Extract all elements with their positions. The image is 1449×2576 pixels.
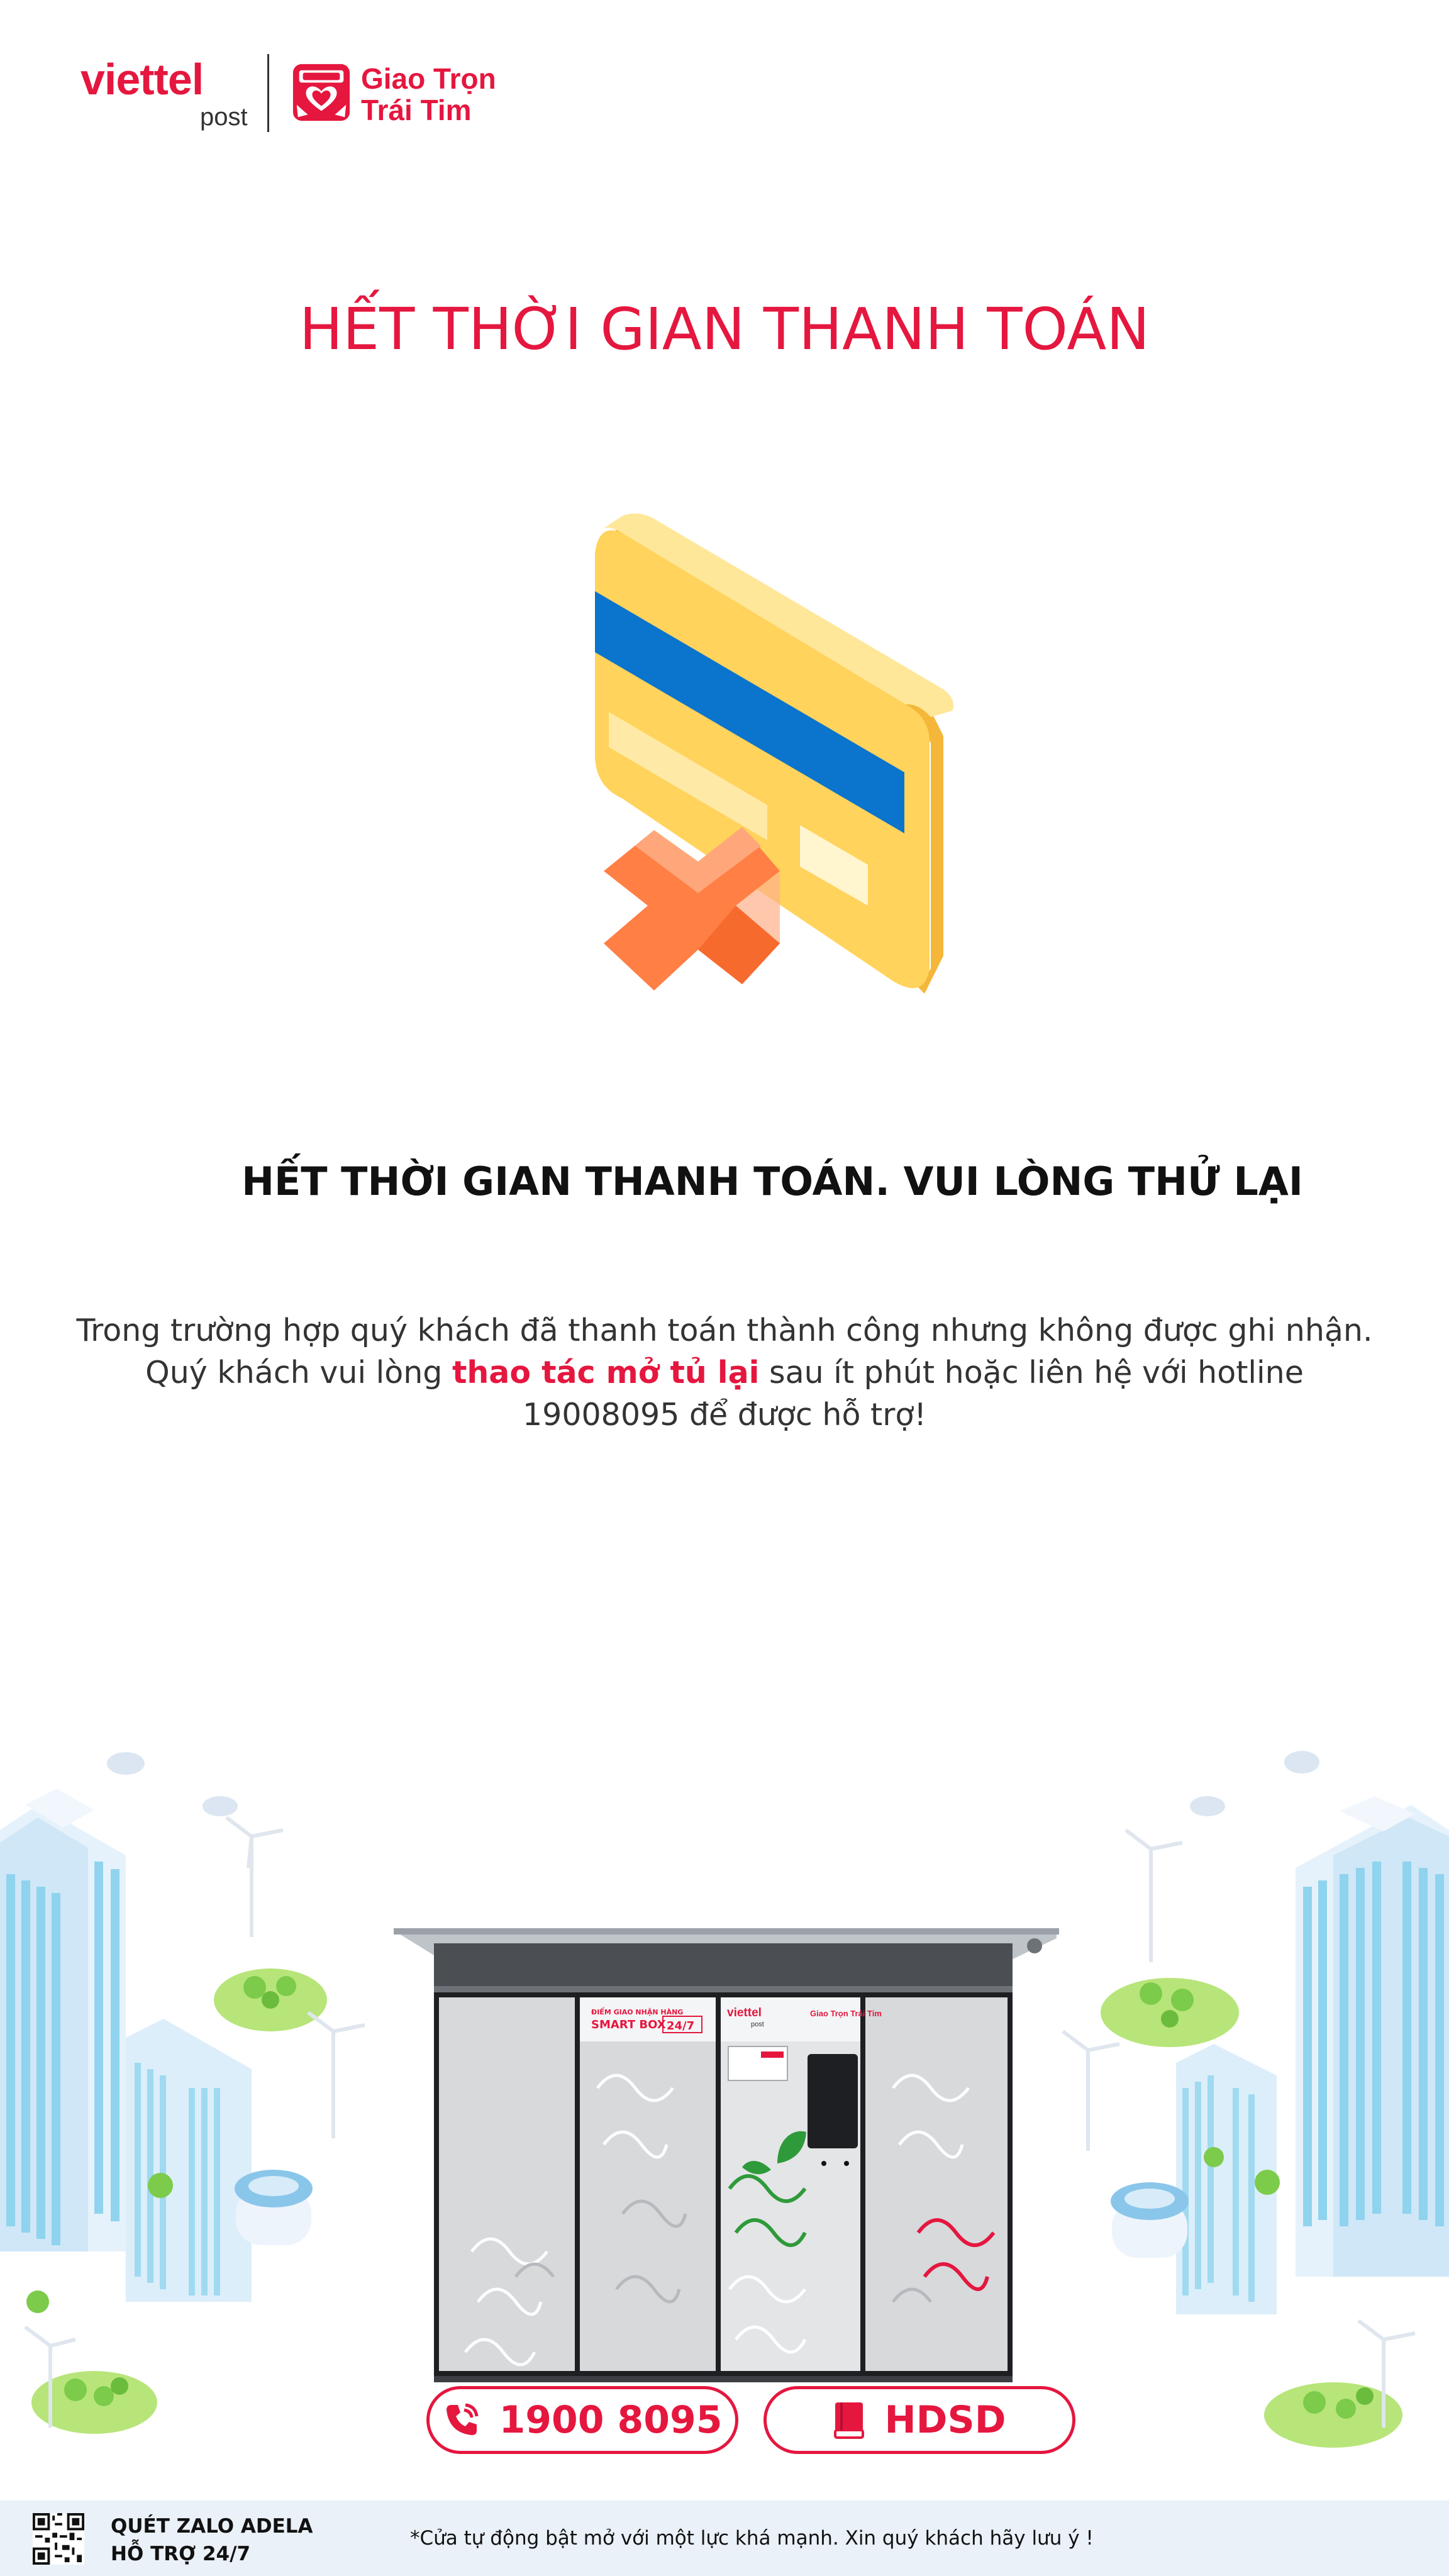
manual-button[interactable]: HDSD [763, 2386, 1075, 2454]
message-line1: Trong trường hợp quý khách đã thanh toán… [76, 1313, 1373, 1348]
hotline-label: 1900 8095 [499, 2398, 723, 2442]
locker-screen [808, 2054, 858, 2148]
error-subtitle: HẾT THỜI GIAN THANH TOÁN. VUI LÒNG THỬ L… [242, 1158, 1303, 1204]
locker-tagline: Giao Trọn Trái Tim [810, 2009, 882, 2018]
tagline-line1: Giao Trọn [361, 62, 496, 95]
right-city [1062, 1796, 1449, 2448]
viettel-post-logo: viettel post Giao Trọn Trái Tim [80, 54, 508, 136]
zalo-line1: QUÉT ZALO ADELA [111, 2515, 313, 2538]
message-line3: 19008095 để được hỗ trợ! [522, 1397, 927, 1433]
locker-city-illustration: ĐIỂM GIAO NHẬN HÀNG SMART BOX 24/7 viett… [0, 1751, 1449, 2448]
smart-locker: ĐIỂM GIAO NHẬN HÀNG SMART BOX 24/7 viett… [394, 1928, 1059, 2382]
message-line2-after: sau ít phút hoặc liên hệ với hotline [759, 1355, 1304, 1391]
brand-sub: post [200, 103, 248, 131]
zalo-support-label: QUÉT ZALO ADELA HỖ TRỢ 24/7 [111, 2512, 313, 2568]
manual-label: HDSD [884, 2398, 1006, 2442]
left-city [0, 1789, 365, 2434]
locker-panel-label-line1: ĐIỂM GIAO NHẬN HÀNG [591, 2007, 683, 2016]
cloud-icon [107, 1751, 1319, 1816]
door-warning-note: *Cửa tự động bật mở với một lực khá mạnh… [410, 2527, 1094, 2550]
payment-failed-card-icon [595, 513, 953, 994]
heart-hands-icon [292, 64, 350, 121]
phone-icon [446, 2403, 479, 2435]
tagline-line2: Trái Tim [361, 94, 472, 126]
brand-tagline: Giao Trọn Trái Tim [361, 63, 496, 126]
book-icon [834, 2402, 865, 2439]
message-highlight: thao tác mở tủ lại [452, 1355, 760, 1391]
locker-panel-label-line2: SMART BOX [591, 2018, 666, 2031]
page-title: HẾT THỜI GIAN THANH TOÁN [299, 296, 1150, 363]
zalo-line2: HỖ TRỢ 24/7 [111, 2543, 251, 2565]
brand-wordmark: viettel [80, 55, 204, 104]
locker-brand: viettel [727, 2006, 762, 2019]
message-line2-before: Quý khách vui lòng [145, 1355, 452, 1391]
locker-brand-sub: post [751, 2021, 764, 2028]
locker-panel-badge: 24/7 [667, 2019, 694, 2033]
hotline-button[interactable]: 1900 8095 [426, 2386, 738, 2454]
zalo-qr-code[interactable] [33, 2513, 84, 2565]
logo-divider [267, 54, 269, 132]
error-message: Trong trường hợp quý khách đã thanh toán… [0, 1309, 1449, 1436]
message-line2: Quý khách vui lòng thao tác mở tủ lại sa… [0, 1352, 1449, 1394]
